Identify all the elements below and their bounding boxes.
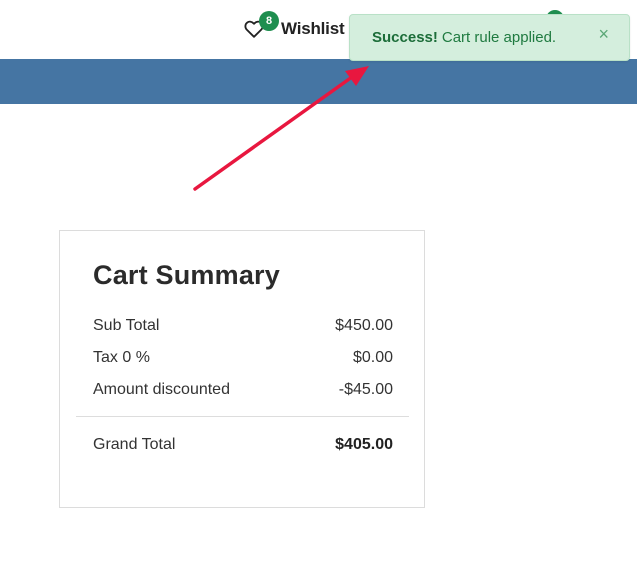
navigation-bar (0, 59, 637, 104)
wishlist-label: Wishlist (281, 19, 345, 38)
tax-label: Tax 0 % (93, 349, 150, 366)
subtotal-value: $450.00 (335, 317, 393, 334)
cart-summary-card: Cart Summary Sub Total $450.00 Tax 0 % $… (59, 230, 425, 508)
tax-value: $0.00 (352, 349, 393, 366)
subtotal-row: Sub Total $450.00 (93, 317, 393, 339)
wishlist-count-badge: 8 (259, 11, 279, 31)
grand-total-value: $405.00 (335, 436, 393, 453)
alert-title: Success! (372, 29, 438, 46)
summary-divider (76, 416, 409, 417)
close-icon[interactable]: × (598, 24, 609, 44)
alert-message: Cart rule applied. (441, 29, 557, 46)
wishlist-link[interactable]: 8 Wishlist (243, 11, 345, 44)
grand-total-row: Grand Total $405.00 (93, 436, 393, 458)
success-alert: Success! Cart rule applied. × (349, 14, 630, 61)
cart-summary-title: Cart Summary (93, 260, 280, 290)
subtotal-label: Sub Total (93, 317, 160, 334)
discount-label: Amount discounted (93, 381, 230, 398)
discount-value: -$45.00 (338, 381, 393, 398)
grand-total-label: Grand Total (93, 436, 176, 453)
discount-row: Amount discounted -$45.00 (93, 381, 393, 403)
tax-row: Tax 0 % $0.00 (93, 349, 393, 371)
